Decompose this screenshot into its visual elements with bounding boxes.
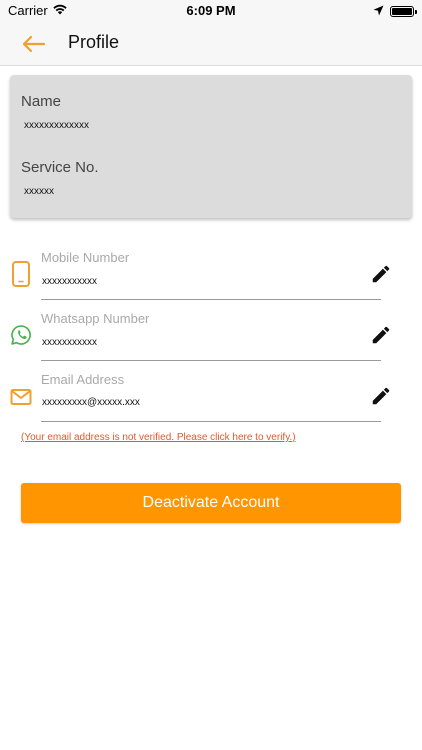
pencil-icon [372, 387, 390, 405]
email-address-label: Email Address [41, 372, 125, 387]
back-arrow-icon [22, 35, 46, 53]
profile-screen: Carrier 6:09 PM Profile Name xxxxxxxxxxx… [0, 0, 422, 750]
mobile-number-label: Mobile Number [41, 250, 130, 265]
status-bar: Carrier 6:09 PM [0, 0, 422, 22]
edit-mobile-button[interactable] [369, 262, 393, 286]
back-button[interactable] [20, 30, 48, 58]
pencil-icon [372, 326, 390, 344]
service-number-label: Service No. [21, 159, 99, 176]
email-address-row: Email Address xxxxxxxxx@xxxxx.xxx [0, 370, 422, 430]
mobile-number-underline [41, 299, 381, 300]
whatsapp-number-label: Whatsapp Number [41, 311, 150, 326]
page-title: Profile [68, 32, 120, 52]
name-label: Name [21, 93, 62, 110]
mobile-number-value: xxxxxxxxxxx [42, 276, 97, 287]
status-time: 6:09 PM [186, 3, 236, 18]
mobile-phone-icon [10, 261, 32, 287]
whatsapp-number-value: xxxxxxxxxxx [42, 337, 97, 348]
whatsapp-icon [10, 323, 32, 347]
whatsapp-number-underline [41, 360, 381, 361]
location-arrow-icon [373, 4, 384, 19]
service-number-value: xxxxxx [24, 186, 54, 197]
email-address-underline [41, 421, 381, 422]
user-info-card: Name xxxxxxxxxxxxx Service No. xxxxxx [10, 75, 412, 218]
edit-whatsapp-button[interactable] [369, 323, 393, 347]
battery-icon [390, 6, 417, 17]
name-value: xxxxxxxxxxxxx [24, 120, 89, 131]
battery-level [392, 8, 412, 15]
pencil-icon [372, 265, 390, 283]
verify-email-link[interactable]: (Your email address is not verified. Ple… [21, 432, 296, 443]
mobile-number-row: Mobile Number xxxxxxxxxxx [0, 248, 422, 308]
status-right [373, 4, 417, 19]
mail-icon [10, 385, 32, 409]
whatsapp-number-row: Whatsapp Number xxxxxxxxxxx [0, 309, 422, 369]
deactivate-account-button[interactable]: Deactivate Account [21, 483, 401, 523]
edit-email-button[interactable] [369, 384, 393, 408]
nav-bar: Profile [0, 22, 422, 66]
email-address-value: xxxxxxxxx@xxxxx.xxx [42, 397, 140, 408]
